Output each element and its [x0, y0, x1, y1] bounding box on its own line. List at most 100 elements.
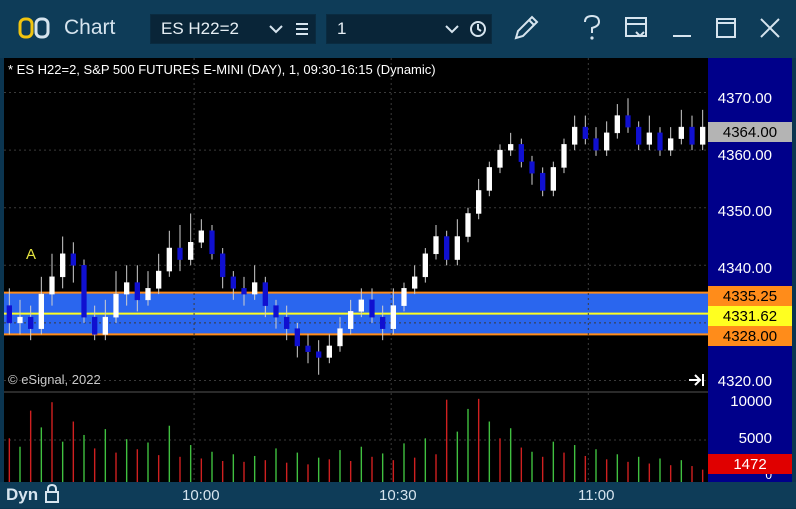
- link-toggle-icon[interactable]: [14, 10, 54, 46]
- candle-body: [497, 149, 503, 168]
- candle-body: [550, 167, 556, 191]
- candle-body: [28, 316, 34, 329]
- last-volume-tag: 1472: [708, 454, 792, 474]
- candle-body: [209, 230, 215, 255]
- volume-axis-label: 10000: [730, 393, 772, 410]
- candle-body: [220, 253, 226, 278]
- candle-body: [614, 115, 620, 134]
- price-axis-label: 4340.00: [717, 260, 772, 277]
- lock-icon[interactable]: [44, 483, 60, 509]
- candle-body: [326, 345, 332, 358]
- price-axis-label: 4320.00: [717, 373, 772, 390]
- candle-body: [422, 253, 428, 278]
- volume-axis-label: 5000: [738, 430, 772, 447]
- clock-icon[interactable]: [465, 15, 491, 43]
- candle-body: [529, 161, 535, 174]
- candle-body: [689, 126, 695, 145]
- candle-body: [337, 328, 343, 347]
- candle-body: [465, 213, 471, 237]
- candle-body: [348, 311, 354, 329]
- candle-body: [572, 126, 578, 145]
- candle-body: [454, 236, 460, 260]
- candle-body: [636, 126, 642, 145]
- candle-body: [166, 247, 172, 272]
- candle-body: [444, 236, 450, 260]
- chevron-down-icon[interactable]: [439, 15, 465, 43]
- candle-body: [92, 316, 98, 335]
- chevron-down-icon[interactable]: [263, 15, 289, 43]
- candle-body: [700, 126, 706, 145]
- candle-body: [412, 276, 418, 289]
- candle-body: [198, 230, 204, 243]
- candle-body: [70, 253, 76, 266]
- candle-body: [433, 236, 439, 255]
- price-axis-label: 4360.00: [717, 147, 772, 164]
- candle-body: [358, 299, 364, 312]
- candle-body: [49, 276, 55, 295]
- dynamic-label[interactable]: Dyn: [6, 485, 38, 505]
- candle-body: [380, 316, 386, 329]
- candle-body: [294, 328, 300, 347]
- candle-body: [177, 247, 183, 260]
- candle-body: [262, 282, 268, 306]
- last-price-tag: 4364.00: [708, 122, 792, 142]
- copyright-label: © eSignal, 2022: [8, 372, 101, 387]
- time-axis-label: 10:30: [379, 487, 417, 504]
- candle-body: [486, 167, 492, 191]
- candle-body: [113, 293, 119, 318]
- candle-body: [657, 132, 663, 151]
- band-mid-tag: 4331.62: [708, 306, 792, 326]
- minimize-icon[interactable]: [662, 10, 702, 46]
- candle-body: [390, 305, 396, 329]
- interval-combo[interactable]: 1: [326, 14, 492, 44]
- candle-body: [230, 276, 236, 289]
- candle-body: [252, 282, 258, 295]
- candle-body: [38, 293, 44, 329]
- symbol-value[interactable]: ES H22=2: [151, 19, 263, 39]
- candle-body: [540, 172, 546, 191]
- candle-body: [188, 242, 194, 260]
- price-axis-label: 4370.00: [717, 90, 772, 107]
- price-axis-label: 4350.00: [717, 203, 772, 220]
- help-icon[interactable]: [572, 10, 612, 46]
- time-axis-bar[interactable]: Dyn 10:00 10:30 11:00: [0, 482, 796, 508]
- candle-body: [145, 288, 151, 301]
- candle-body: [134, 282, 140, 301]
- list-icon[interactable]: [289, 15, 315, 43]
- scroll-to-end-icon[interactable]: [688, 372, 706, 393]
- annotation-label[interactable]: A: [26, 246, 36, 263]
- maximize-icon[interactable]: [706, 10, 746, 46]
- time-axis-label: 10:00: [182, 487, 220, 504]
- title-bar: Chart ES H22=2 1: [0, 0, 796, 58]
- candle-body: [401, 288, 407, 306]
- candle-body: [604, 132, 610, 151]
- candle-body: [273, 305, 279, 318]
- chart-area[interactable]: * ES H22=2, S&P 500 FUTURES E-MINI (DAY)…: [4, 58, 792, 482]
- page-settings-icon[interactable]: [616, 10, 656, 46]
- candle-body: [284, 316, 290, 329]
- candle-body: [156, 270, 162, 289]
- pencil-icon[interactable]: [506, 10, 546, 46]
- candle-body: [81, 265, 87, 318]
- chart-canvas[interactable]: [4, 58, 792, 482]
- candle-body: [60, 253, 66, 278]
- candle-body: [668, 138, 674, 151]
- candle-body: [561, 144, 567, 168]
- candle-body: [305, 345, 311, 352]
- candle-body: [646, 132, 652, 145]
- candle-body: [678, 126, 684, 139]
- time-axis-label: 11:00: [578, 487, 615, 504]
- candle-body: [17, 316, 23, 324]
- interval-value[interactable]: 1: [327, 19, 439, 39]
- band-upper-tag: 4335.25: [708, 286, 792, 306]
- candle-body: [476, 190, 482, 214]
- close-icon[interactable]: [750, 10, 790, 46]
- chart-header: * ES H22=2, S&P 500 FUTURES E-MINI (DAY)…: [8, 62, 436, 77]
- candle-body: [241, 288, 247, 295]
- symbol-combo[interactable]: ES H22=2: [150, 14, 316, 44]
- candle-body: [593, 138, 599, 151]
- candle-body: [124, 282, 130, 295]
- candle-body: [508, 144, 514, 151]
- app-title: Chart: [64, 16, 116, 39]
- candle-body: [625, 115, 631, 128]
